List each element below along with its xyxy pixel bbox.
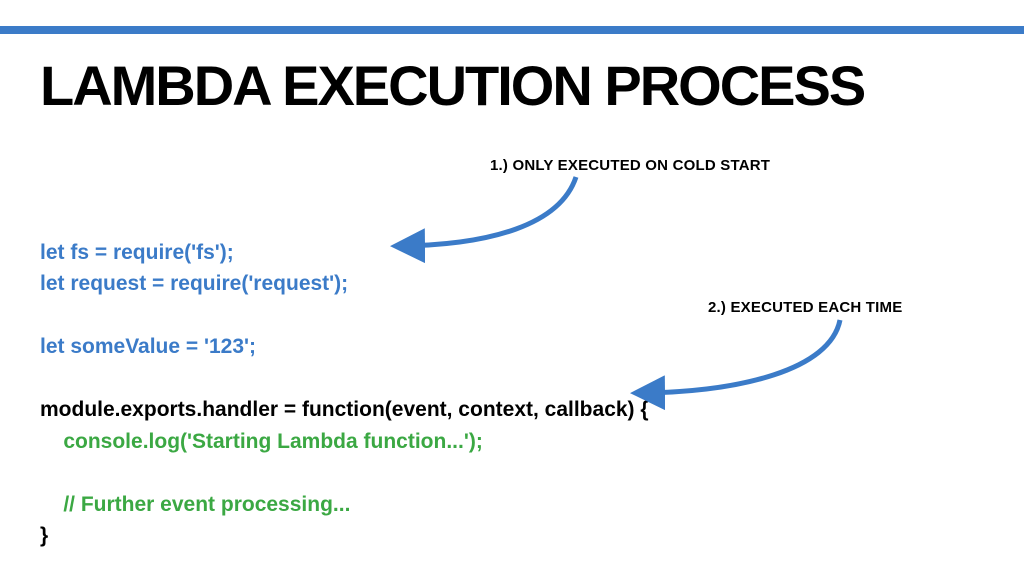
code-block: let fs = require('fs'); let request = re… (40, 205, 649, 552)
code-line-1: let fs = require('fs'); (40, 241, 234, 264)
annotation-each-time: 2.) EXECUTED EACH TIME (708, 299, 902, 316)
code-line-7: console.log('Starting Lambda function...… (40, 430, 483, 453)
arrow-2-icon (640, 320, 840, 393)
code-line-6: module.exports.handler = function(event,… (40, 398, 649, 421)
top-border-bar (0, 26, 1024, 34)
code-line-9: // Further event processing... (40, 493, 350, 516)
code-line-4: let someValue = '123'; (40, 335, 256, 358)
code-line-2: let request = require('request'); (40, 272, 348, 295)
code-line-10: } (40, 524, 48, 547)
annotation-cold-start: 1.) ONLY EXECUTED ON COLD START (490, 157, 770, 174)
slide-title: LAMBDA EXECUTION PROCESS (40, 53, 864, 118)
